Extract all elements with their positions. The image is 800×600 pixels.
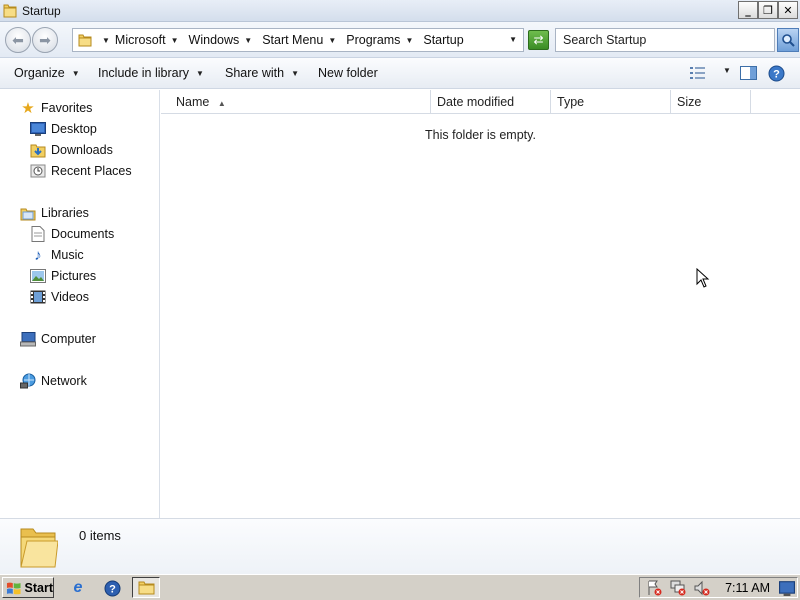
magnifier-icon	[782, 34, 795, 47]
details-pane: 0 items	[0, 518, 800, 574]
minimize-button[interactable]: _	[738, 1, 758, 19]
column-size[interactable]: Size	[671, 90, 751, 114]
view-options-dropdown[interactable]: ▼	[716, 66, 736, 75]
nav-documents[interactable]: Documents	[30, 226, 114, 242]
recent-places-icon	[30, 163, 46, 179]
column-date-modified[interactable]: Date modified	[431, 90, 551, 114]
back-arrow-icon: ⬅	[12, 31, 24, 48]
taskbar: Start e ? 7:11 AM	[0, 574, 800, 600]
new-folder-button[interactable]: New folder	[318, 66, 378, 80]
breadcrumb-windows[interactable]: Windows ▼	[189, 33, 258, 47]
address-history-dropdown[interactable]: ▼	[509, 35, 517, 44]
folder-icon	[78, 34, 92, 47]
sort-ascending-icon: ▲	[217, 99, 226, 108]
folder-icon	[138, 581, 154, 595]
item-count: 0 items	[79, 528, 121, 543]
taskbar-window-startup[interactable]	[132, 577, 160, 598]
restore-button[interactable]: ❐	[758, 1, 778, 19]
address-bar[interactable]: ▼ Microsoft ▼ Windows ▼ Start Menu ▼ Progra…	[72, 28, 524, 52]
breadcrumb-microsoft[interactable]: Microsoft ▼	[115, 33, 184, 47]
nav-music[interactable]: ♪ Music	[30, 246, 83, 264]
nav-libraries[interactable]: Libraries	[20, 205, 89, 221]
forward-arrow-icon: ➡	[39, 31, 51, 48]
breadcrumb-startup[interactable]: Startup	[423, 33, 463, 47]
quicklaunch-help[interactable]: ?	[102, 578, 122, 598]
nav-pictures[interactable]: Pictures	[30, 268, 96, 284]
pictures-icon	[30, 268, 46, 284]
command-bar: Organize ▼ Include in library ▼ Share with…	[0, 58, 800, 89]
folder-icon	[3, 4, 17, 18]
music-note-icon: ♪	[34, 246, 42, 264]
help-icon[interactable]: ?	[768, 65, 785, 82]
windows-logo-icon	[6, 582, 21, 594]
title-bar[interactable]: Startup _ ❐ ✕	[0, 0, 800, 22]
browser-icon: e	[73, 579, 83, 596]
column-name[interactable]: Name ▲	[161, 90, 431, 114]
forward-button[interactable]: ➡	[32, 27, 58, 53]
search-button[interactable]	[777, 28, 799, 52]
nav-computer[interactable]: Computer	[20, 331, 96, 347]
empty-folder-message: This folder is empty.	[425, 128, 536, 142]
back-button[interactable]: ⬅	[5, 27, 31, 53]
nav-videos[interactable]: Videos	[30, 289, 89, 305]
details-view-icon[interactable]	[690, 66, 706, 80]
volume-muted-icon[interactable]	[694, 580, 710, 596]
navigation-pane: ★ Favorites Desktop Downloads Recent Pla…	[0, 90, 160, 518]
taskbar-clock[interactable]: 7:11 AM	[725, 581, 770, 595]
libraries-icon	[20, 205, 36, 221]
column-extra[interactable]	[751, 90, 800, 114]
start-button[interactable]: Start	[2, 577, 54, 598]
refresh-button[interactable]: ⇄	[528, 30, 549, 50]
breadcrumb-separator[interactable]: ▼	[102, 36, 110, 45]
nav-network[interactable]: Network	[20, 373, 87, 389]
preview-pane-icon[interactable]	[740, 66, 757, 80]
desktop-icon	[30, 121, 46, 137]
system-tray: 7:11 AM	[639, 577, 798, 598]
search-input[interactable]: Search Startup	[555, 28, 775, 52]
action-center-warning-icon[interactable]	[646, 580, 662, 596]
nav-favorites[interactable]: ★ Favorites	[20, 100, 92, 117]
network-disconnected-icon[interactable]	[670, 580, 686, 596]
refresh-icon: ⇄	[533, 33, 544, 47]
large-folder-icon	[20, 528, 58, 568]
downloads-folder-icon	[30, 142, 46, 158]
organize-menu[interactable]: Organize ▼	[14, 66, 85, 80]
column-type[interactable]: Type	[551, 90, 671, 114]
star-icon: ★	[21, 100, 35, 117]
share-with-menu[interactable]: Share with ▼	[225, 66, 304, 80]
quicklaunch-browser[interactable]: e	[68, 578, 88, 598]
breadcrumb-start-menu[interactable]: Start Menu ▼	[262, 33, 341, 47]
svg-text:?: ?	[773, 69, 780, 81]
include-in-library-menu[interactable]: Include in library ▼	[98, 66, 209, 80]
window-title: Startup	[22, 4, 61, 18]
show-desktop-icon[interactable]	[779, 580, 795, 596]
documents-icon	[30, 226, 46, 242]
mouse-pointer-icon	[696, 268, 710, 288]
film-icon	[30, 289, 46, 305]
nav-downloads[interactable]: Downloads	[30, 142, 113, 158]
svg-text:?: ?	[109, 583, 116, 595]
computer-icon	[20, 331, 36, 347]
file-list-header: Name ▲ Date modified Type Size	[161, 90, 800, 114]
nav-recent-places[interactable]: Recent Places	[30, 163, 132, 179]
address-toolbar: ⬅ ➡ ▼ Microsoft ▼ Windows ▼ Start Menu ▼ Pr…	[0, 22, 800, 58]
nav-desktop[interactable]: Desktop	[30, 121, 97, 137]
network-icon	[20, 373, 36, 389]
close-button[interactable]: ✕	[778, 1, 798, 19]
breadcrumb-programs[interactable]: Programs ▼	[346, 33, 418, 47]
help-icon: ?	[104, 580, 120, 596]
